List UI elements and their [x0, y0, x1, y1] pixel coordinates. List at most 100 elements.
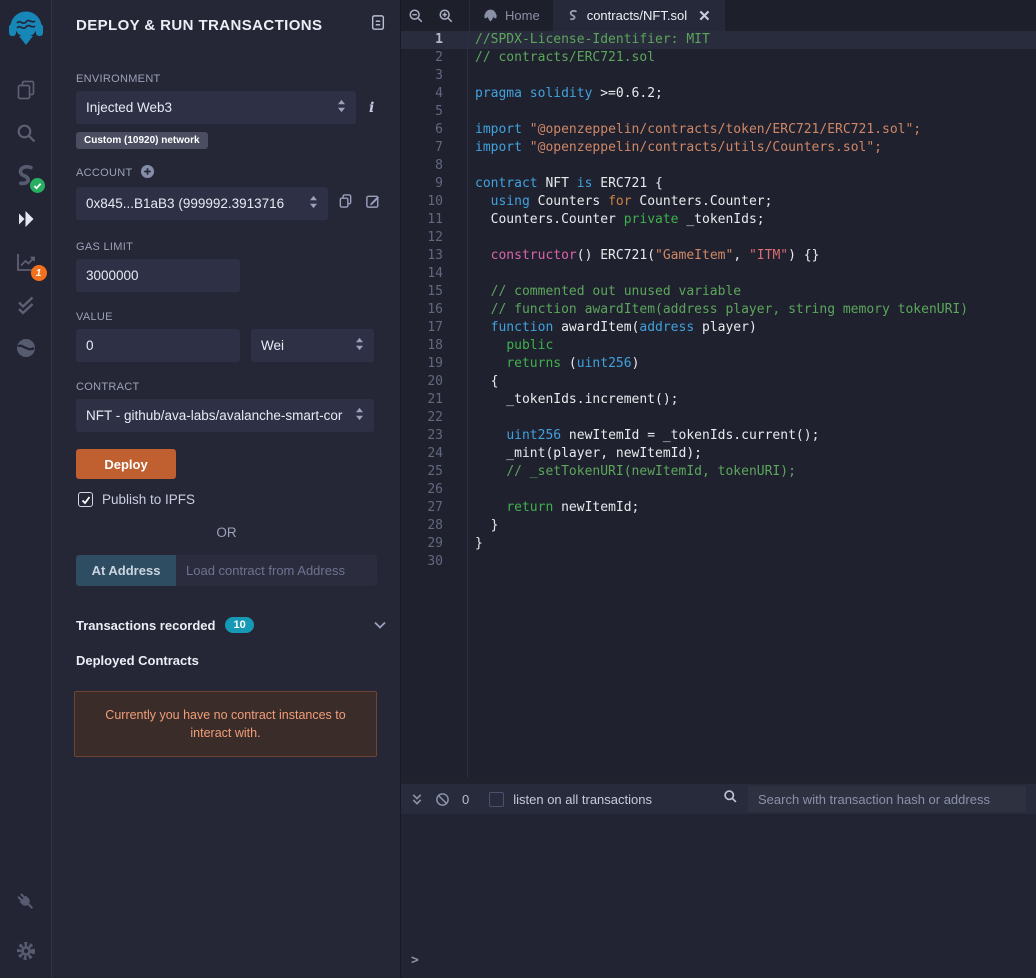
home-logo-icon [484, 9, 497, 22]
unit-testing-icon[interactable] [0, 283, 52, 326]
docs-icon[interactable] [370, 14, 386, 37]
no-instances-alert: Currently you have no contract instances… [74, 691, 377, 757]
code-line[interactable]: 12 [401, 229, 1036, 247]
deployed-contracts-label: Deployed Contracts [76, 653, 199, 668]
icon-rail: 1 [0, 0, 52, 978]
tab-nft-sol[interactable]: contracts/NFT.sol ✕ [553, 0, 725, 31]
code-line[interactable]: 18 public [401, 337, 1036, 355]
solidity-file-icon [569, 10, 577, 21]
code-line[interactable]: 25 // _setTokenURI(newItemId, tokenURI); [401, 463, 1036, 481]
contract-select[interactable]: NFT - github/ava-labs/avalanche-smart-co… [76, 399, 374, 432]
value-input[interactable]: 0 [76, 329, 240, 362]
code-line[interactable]: 19 returns (uint256) [401, 355, 1036, 373]
code-line[interactable]: 8 [401, 157, 1036, 175]
tab-home[interactable]: Home [469, 0, 554, 31]
chevron-updown-icon [309, 195, 318, 212]
gutter-separator [467, 31, 468, 778]
account-select[interactable]: 0x845...B1aB3 (999992.3913716 [76, 187, 328, 220]
network-badge: Custom (10920) network [76, 132, 208, 149]
code-editor[interactable]: 1//SPDX-License-Identifier: MIT 2// contr… [401, 31, 1036, 778]
listen-all-checkbox[interactable] [489, 791, 505, 807]
code-line[interactable]: 16 // function awardItem(address player,… [401, 301, 1036, 319]
search-icon[interactable] [0, 111, 52, 154]
contract-label: CONTRACT [76, 381, 140, 393]
chevron-down-icon[interactable] [374, 616, 386, 634]
copy-account-icon[interactable] [338, 193, 353, 214]
close-tab-icon[interactable]: ✕ [698, 7, 711, 25]
account-label: ACCOUNT [76, 164, 400, 182]
code-line[interactable]: 28 } [401, 517, 1036, 535]
tab-home-label: Home [505, 8, 540, 23]
publish-ipfs-label: Publish to IPFS [102, 492, 196, 507]
analytics-icon[interactable]: 1 [0, 240, 52, 283]
settings-icon[interactable] [0, 929, 52, 972]
code-line[interactable]: 6 import "@openzeppelin/contracts/token/E… [401, 121, 1036, 139]
account-value: 0x845...B1aB3 (999992.3913716 [86, 196, 285, 211]
deploy-run-icon[interactable] [0, 197, 52, 240]
pending-tx-count: 0 [462, 791, 470, 807]
code-line[interactable]: 29} [401, 535, 1036, 553]
remix-logo-icon[interactable] [0, 2, 52, 54]
transactions-recorded-label: Transactions recorded [76, 617, 216, 633]
code-line[interactable]: 1//SPDX-License-Identifier: MIT [401, 31, 1036, 49]
code-line[interactable]: 20 { [401, 373, 1036, 391]
code-line[interactable]: 9 contract NFT is ERC721 { [401, 175, 1036, 193]
chevron-updown-icon [337, 99, 346, 116]
code-line[interactable]: 27 return newItemId; [401, 499, 1036, 517]
at-address-input[interactable] [176, 555, 377, 586]
panel-title: DEPLOY & RUN TRANSACTIONS [76, 17, 323, 34]
terminal-toolbar: 0 listen on all transactions [401, 778, 1036, 814]
code-line[interactable]: 21 _tokenIds.increment(); [401, 391, 1036, 409]
code-line[interactable]: 15 // commented out unused variable [401, 283, 1036, 301]
analytics-count-badge: 1 [30, 265, 47, 281]
value-amount: 0 [86, 338, 94, 353]
value-unit-select[interactable]: Wei [251, 329, 374, 362]
zoom-in-icon[interactable] [431, 0, 461, 31]
code-line[interactable]: 22 [401, 409, 1036, 427]
sign-message-icon[interactable] [365, 193, 381, 214]
gas-limit-input[interactable]: 3000000 [76, 259, 240, 292]
code-line[interactable]: 23 uint256 newItemId = _tokenIds.current… [401, 427, 1036, 445]
info-icon[interactable]: i [369, 100, 374, 116]
or-divider: OR [216, 525, 237, 540]
code-line[interactable]: 13 constructor() ERC721("GameItem", "ITM… [401, 247, 1036, 265]
code-line[interactable]: 10 using Counters for Counters.Counter; [401, 193, 1036, 211]
clear-console-icon[interactable] [435, 792, 450, 807]
plugin-manager-icon[interactable] [0, 880, 52, 923]
code-line[interactable]: 2// contracts/ERC721.sol [401, 49, 1036, 67]
environment-select[interactable]: Injected Web3 [76, 91, 356, 124]
code-line[interactable]: 14 [401, 265, 1036, 283]
terminal-output[interactable]: > [401, 814, 1036, 978]
terminal-prompt: > [411, 953, 419, 968]
contract-value: NFT - github/ava-labs/avalanche-smart-co… [86, 408, 343, 423]
code-line[interactable]: 5 [401, 103, 1036, 121]
code-line[interactable]: 7 import "@openzeppelin/contracts/utils/C… [401, 139, 1036, 157]
listen-all-label: listen on all transactions [513, 791, 652, 807]
tab-nft-sol-label: contracts/NFT.sol [586, 8, 688, 23]
expand-terminal-icon[interactable] [411, 793, 423, 806]
publish-ipfs-checkbox[interactable] [78, 492, 93, 507]
code-line[interactable]: 11 Counters.Counter private _tokenIds; [401, 211, 1036, 229]
value-unit: Wei [261, 338, 285, 353]
environment-value: Injected Web3 [86, 100, 173, 115]
code-line[interactable]: 24 _mint(player, newItemId); [401, 445, 1036, 463]
debugger-icon[interactable] [0, 326, 52, 369]
at-address-button[interactable]: At Address [76, 555, 176, 586]
chevron-updown-icon [355, 337, 364, 354]
add-account-icon[interactable] [140, 164, 155, 182]
code-line[interactable]: 26 [401, 481, 1036, 499]
value-label: VALUE [76, 311, 113, 323]
terminal-search-input[interactable] [748, 786, 1026, 812]
deploy-button[interactable]: Deploy [76, 449, 176, 479]
editor-area: Home contracts/NFT.sol ✕ 1//SPDX-License… [400, 0, 1036, 978]
code-line[interactable]: 30 [401, 553, 1036, 571]
code-line[interactable]: 4 pragma solidity >=0.6.2; [401, 85, 1036, 103]
compile-success-badge [29, 178, 45, 193]
code-line[interactable]: 17 function awardItem(address player) [401, 319, 1036, 337]
terminal-search-icon [723, 789, 738, 809]
zoom-out-icon[interactable] [401, 0, 431, 31]
solidity-compiler-icon[interactable] [0, 154, 52, 197]
code-line[interactable]: 3 [401, 67, 1036, 85]
file-explorer-icon[interactable] [0, 68, 52, 111]
gas-limit-value: 3000000 [86, 268, 139, 283]
